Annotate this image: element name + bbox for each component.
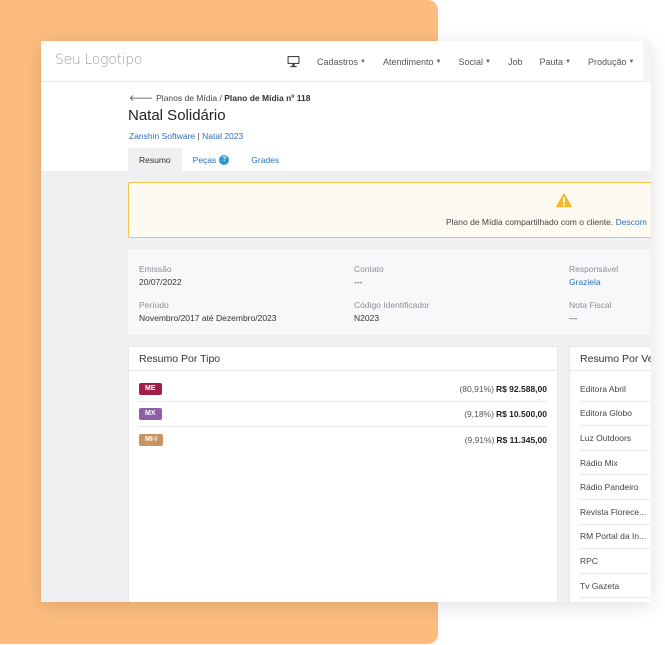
tipo-row: ME (80,91%) R$ 92.588,00 bbox=[139, 377, 547, 402]
app-window: Seu Logotipo Cadastros ▼ Atendimento ▼ Soc… bbox=[41, 41, 651, 602]
nav-item-midia[interactable]: Mí bbox=[643, 41, 651, 82]
subtitle-separator: | bbox=[197, 131, 200, 141]
tipo-row: MI-I (9,91%) R$ 11.345,00 bbox=[139, 427, 547, 452]
caret-down-icon: ▼ bbox=[565, 58, 571, 65]
tipo-pct: (80,91%) bbox=[459, 384, 494, 394]
nota-label: Nota Fiscal bbox=[569, 300, 612, 310]
veiculo-row: Revista Florece... bbox=[580, 500, 650, 525]
tipo-amount: (80,91%) R$ 92.588,00 bbox=[459, 384, 547, 394]
caret-down-icon: ▼ bbox=[435, 58, 442, 65]
tab-resumo[interactable]: Resumo bbox=[128, 148, 182, 171]
periodo-value: Novembro/2017 até Dezembro/2023 bbox=[139, 313, 277, 323]
contato-field: Contato --- bbox=[354, 264, 384, 287]
emissao-value: 20/07/2022 bbox=[139, 277, 182, 287]
veiculo-row: Rádio Mix bbox=[580, 451, 650, 476]
tipo-badge-mi: MI-I bbox=[139, 433, 164, 446]
responsavel-link[interactable]: Graziela bbox=[569, 277, 618, 287]
navbar: Seu Logotipo Cadastros ▼ Atendimento ▼ Soc… bbox=[41, 41, 651, 82]
subtitle: Zanshin Software | Natal 2023 bbox=[129, 131, 243, 141]
nav-item-atendimento[interactable]: Atendimento ▼ bbox=[383, 57, 442, 67]
caret-down-icon: ▼ bbox=[360, 58, 366, 65]
logo[interactable]: Seu Logotipo bbox=[55, 52, 142, 68]
resumo-tipo-title: Resumo Por Tipo bbox=[129, 347, 557, 371]
shared-alert: Plano de Mídia compartilhado com o clien… bbox=[128, 182, 651, 238]
nav-label: Pauta bbox=[539, 56, 563, 67]
emissao-label: Emissão bbox=[139, 264, 172, 274]
page-header: 🡐 Planos de Mídia / Plano de Mídia nº 118… bbox=[41, 82, 651, 171]
nav-item-producao[interactable]: Produção ▼ bbox=[588, 57, 634, 67]
help-icon[interactable]: ? bbox=[219, 154, 230, 165]
nav-item-pauta[interactable]: Pauta ▼ bbox=[539, 57, 570, 67]
breadcrumb: 🡐 Planos de Mídia / Plano de Mídia nº 118 bbox=[129, 93, 310, 104]
tipo-amount: (9,18%) R$ 10.500,00 bbox=[464, 409, 547, 419]
tipo-pct: (9,91%) bbox=[464, 434, 495, 445]
tab-grades[interactable]: Grades bbox=[240, 148, 290, 171]
warning-icon bbox=[555, 192, 573, 208]
resumo-veiculo-title: Resumo Por Ve bbox=[570, 347, 651, 371]
veiculo-row: Editora Abril bbox=[580, 377, 650, 402]
veiculo-row: RM Portal da In... bbox=[580, 525, 650, 550]
responsavel-label: Responsável bbox=[569, 264, 619, 274]
veiculo-row: RPC bbox=[580, 549, 650, 574]
nav-label: Produção bbox=[587, 56, 627, 67]
breadcrumb-parent[interactable]: Planos de Mídia bbox=[156, 93, 217, 103]
nav-label: Social bbox=[458, 56, 483, 67]
codigo-value: N2023 bbox=[354, 313, 380, 323]
periodo-label: Período bbox=[139, 300, 169, 310]
page-title: Natal Solidário bbox=[128, 107, 226, 124]
tipo-badge-mx: MX bbox=[139, 408, 162, 420]
tipo-amount: (9,91%) R$ 11.345,00 bbox=[465, 435, 547, 445]
tab-label: Peças bbox=[192, 154, 217, 165]
nav-item-job[interactable]: Job bbox=[508, 57, 523, 67]
veiculo-row: Editora Globo bbox=[580, 402, 650, 427]
unshare-link[interactable]: Descom bbox=[616, 217, 647, 227]
breadcrumb-separator: / bbox=[219, 93, 222, 103]
veiculo-row: Tv Gazeta bbox=[580, 574, 650, 599]
nav-item-social[interactable]: Social ▼ bbox=[458, 57, 490, 67]
campaign-link[interactable]: Natal 2023 bbox=[202, 131, 243, 141]
resumo-tipo-card: Resumo Por Tipo ME (80,91%) R$ 92.588,00 … bbox=[128, 346, 558, 602]
nav-label: Atendimento bbox=[382, 56, 434, 67]
tipo-value: R$ 11.345,00 bbox=[496, 434, 547, 445]
veiculo-row: Luz Outdoors bbox=[580, 426, 650, 451]
tab-bar: Resumo Peças? Grades bbox=[128, 148, 290, 171]
tipo-pct: (9,18%) bbox=[464, 409, 494, 419]
contato-value: --- bbox=[354, 277, 363, 287]
client-link[interactable]: Zanshin Software bbox=[129, 131, 195, 141]
codigo-label: Código Identificador bbox=[354, 300, 430, 310]
plan-info-panel: Emissão 20/07/2022 Contato --- Responsáv… bbox=[128, 249, 651, 335]
nota-field: Nota Fiscal --- bbox=[569, 300, 612, 323]
contato-label: Contato bbox=[354, 264, 384, 274]
tipo-badge-me: ME bbox=[139, 383, 162, 395]
tipo-value: R$ 10.500,00 bbox=[495, 409, 547, 419]
alert-message: Plano de Mídia compartilhado com o clien… bbox=[446, 217, 647, 227]
caret-down-icon: ▼ bbox=[485, 58, 491, 65]
codigo-field: Código Identificador N2023 bbox=[354, 300, 430, 323]
veiculo-row: Rádio Pandeiro bbox=[580, 475, 650, 500]
responsavel-field: Responsável Graziela bbox=[569, 264, 618, 287]
nav-label: Job bbox=[507, 56, 523, 67]
nav-item-cadastros[interactable]: Cadastros ▼ bbox=[317, 57, 366, 67]
arrow-left-icon[interactable]: 🡐 bbox=[129, 93, 153, 103]
tipo-value: R$ 92.588,00 bbox=[495, 384, 547, 394]
nav-menu: Cadastros ▼ Atendimento ▼ Social ▼ Job Paut… bbox=[317, 41, 651, 82]
resumo-veiculo-card: Resumo Por Ve Editora Abril Editora Glob… bbox=[569, 346, 651, 602]
nav-label: Cadastros bbox=[317, 56, 359, 67]
breadcrumb-current: Plano de Mídia nº 118 bbox=[224, 93, 311, 103]
monitor-icon[interactable] bbox=[287, 55, 300, 68]
periodo-field: Período Novembro/2017 até Dezembro/2023 bbox=[139, 300, 277, 323]
alert-text: Plano de Mídia compartilhado com o clien… bbox=[446, 217, 614, 227]
caret-down-icon: ▼ bbox=[628, 58, 635, 65]
nota-value: --- bbox=[569, 313, 578, 323]
tipo-row: MX (9,18%) R$ 10.500,00 bbox=[139, 402, 547, 427]
tab-pecas[interactable]: Peças? bbox=[182, 148, 241, 171]
emissao-field: Emissão 20/07/2022 bbox=[139, 264, 182, 287]
